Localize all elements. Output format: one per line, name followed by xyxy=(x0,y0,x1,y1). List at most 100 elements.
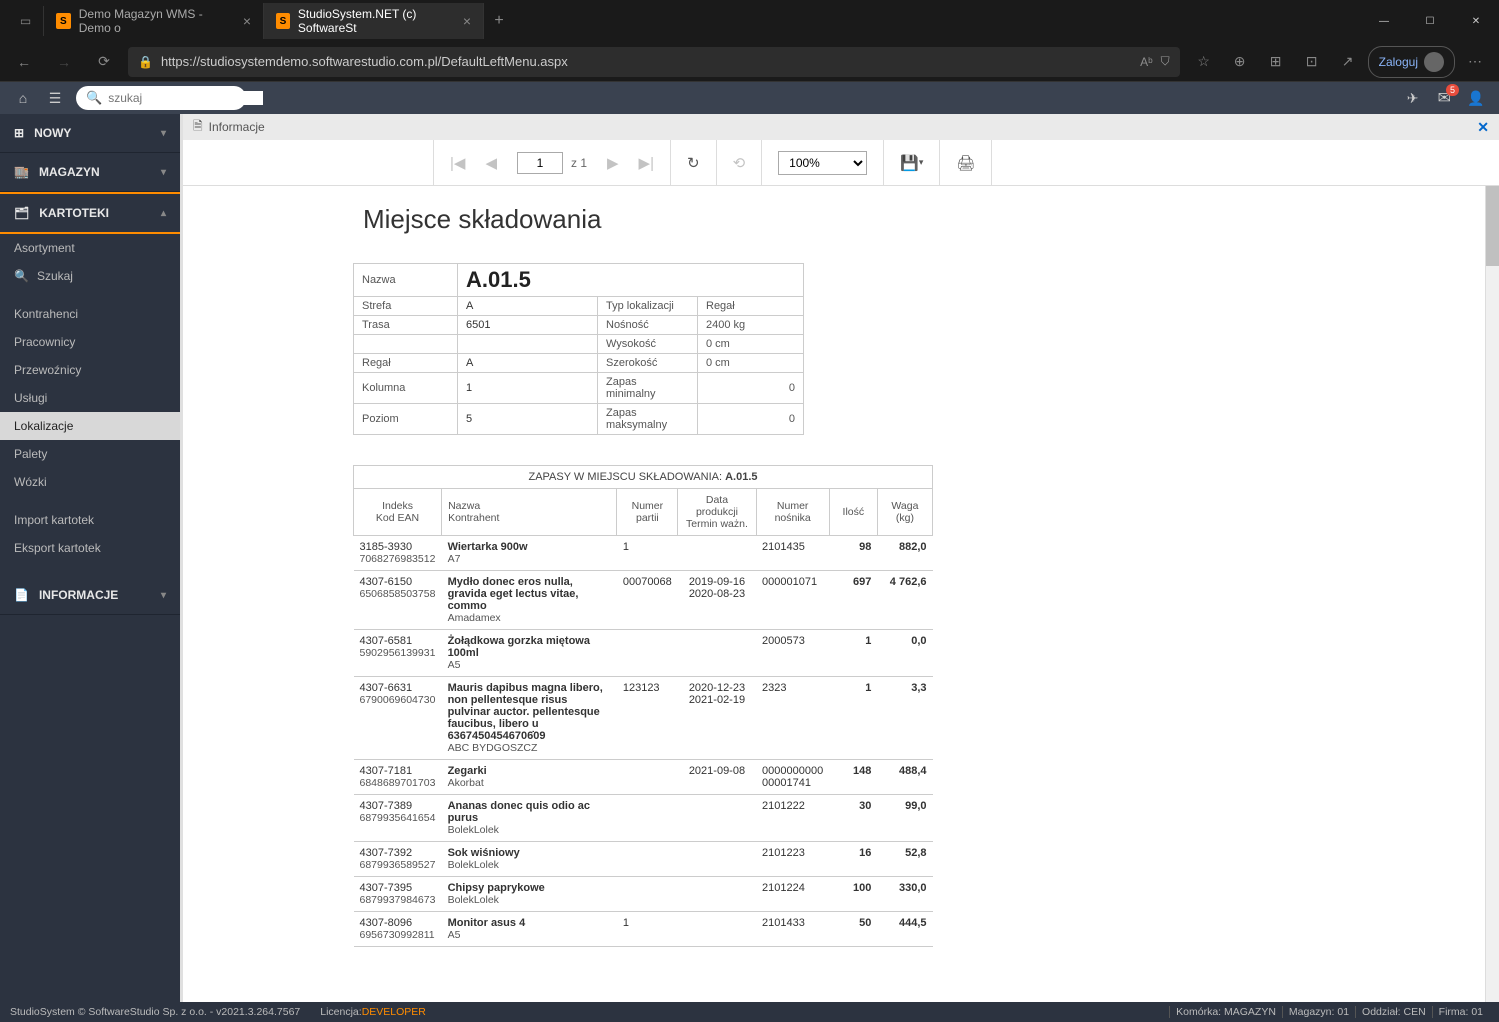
location-info-table: Nazwa A.01.5 Strefa A Typ lokalizacji Re… xyxy=(353,263,804,435)
sidebar-item-przewoznicy[interactable]: Przewoźnicy xyxy=(0,356,180,384)
content-area: 🗎 Informacje ✕ |◀ ◀ z 1 ▶ ▶| ↻ xyxy=(180,114,1499,1002)
browser-tab-strip: ▭ S Demo Magazyn WMS - Demo o × S Studio… xyxy=(0,0,1499,42)
tab-favicon-icon: S xyxy=(56,13,71,29)
location-name: A.01.5 xyxy=(458,264,804,297)
save-icon[interactable]: 💾 ▾ xyxy=(900,154,923,172)
folder-icon: 🗂 xyxy=(14,206,29,220)
first-page-icon[interactable]: |◀ xyxy=(450,154,465,172)
sidebar-item-import[interactable]: Import kartotek xyxy=(0,506,180,534)
back-button[interactable]: ← xyxy=(8,46,40,78)
sidebar-item-pracownicy[interactable]: Pracownicy xyxy=(0,328,180,356)
app-topbar: ⌂ ☰ 🔍 ✈ ✉5 👤 xyxy=(0,82,1499,114)
new-tab-button[interactable]: + xyxy=(484,12,514,30)
browser-nav-bar: ← → ⟳ 🔒 Aᵇ ⛉ ☆ ⊕ ⊞ ⊡ ↗ Zaloguj ⋯ xyxy=(0,42,1499,82)
extensions-icon[interactable]: ⊡ xyxy=(1296,46,1328,78)
table-row: 4307-73926879936589527Sok wiśniowyBolekL… xyxy=(354,842,933,877)
chevron-down-icon: ▾ xyxy=(161,167,166,178)
search-icon: 🔍 xyxy=(14,269,29,283)
close-icon[interactable]: × xyxy=(243,13,251,29)
url-input[interactable] xyxy=(161,54,1132,69)
table-row: 4307-66316790069604730Mauris dapibus mag… xyxy=(354,677,933,760)
panel-title: Informacje xyxy=(209,120,265,134)
tab-favicon-icon: S xyxy=(276,13,290,29)
scrollbar-thumb[interactable] xyxy=(1486,186,1499,266)
user-icon[interactable]: 👤 xyxy=(1465,90,1487,107)
stock-table: IndeksKod EAN NazwaKontrahent Numerparti… xyxy=(353,488,933,947)
sidebar-item-szukaj[interactable]: 🔍Szukaj xyxy=(0,262,180,290)
chevron-down-icon: ▾ xyxy=(161,590,166,601)
report-toolbar: |◀ ◀ z 1 ▶ ▶| ↻ ⟲ 100% xyxy=(183,140,1499,186)
search-input[interactable] xyxy=(108,91,263,105)
vertical-scrollbar[interactable] xyxy=(1485,186,1499,1002)
collections-icon[interactable]: ⊞ xyxy=(1260,46,1292,78)
sidebar-section-magazyn[interactable]: 🏬 MAGAZYN ▾ xyxy=(0,153,180,192)
prev-page-icon[interactable]: ◀ xyxy=(485,154,497,172)
info-icon: 🗎 xyxy=(193,117,203,138)
sidebar-section-kartoteki[interactable]: 🗂 KARTOTEKI ▴ xyxy=(0,192,180,234)
sidebar-item-eksport[interactable]: Eksport kartotek xyxy=(0,534,180,562)
table-row: 4307-73896879935641654Ananas donec quis … xyxy=(354,795,933,842)
favorites-bar-icon[interactable]: ⊕ xyxy=(1224,46,1256,78)
forward-button[interactable]: → xyxy=(48,46,80,78)
sidebar: ⊞ NOWY ▾ 🏬 MAGAZYN ▾ 🗂 KARTOTEKI ▴ Asort… xyxy=(0,114,180,1002)
sidebar-item-uslugi[interactable]: Usługi xyxy=(0,384,180,412)
tracking-icon[interactable]: ⛉ xyxy=(1161,54,1170,69)
next-page-icon[interactable]: ▶ xyxy=(607,154,619,172)
url-bar[interactable]: 🔒 Aᵇ ⛉ xyxy=(128,47,1180,77)
sidebar-item-kontrahenci[interactable]: Kontrahenci xyxy=(0,300,180,328)
document-icon: 📄 xyxy=(14,588,29,602)
warehouse-icon: 🏬 xyxy=(14,165,29,179)
minimize-button[interactable]: — xyxy=(1361,5,1407,37)
sidebar-item-palety[interactable]: Palety xyxy=(0,440,180,468)
maximize-button[interactable]: ☐ xyxy=(1407,5,1453,37)
sidebar-item-lokalizacje[interactable]: Lokalizacje xyxy=(0,412,180,440)
site-lock-icon[interactable]: 🔒 xyxy=(138,55,153,69)
page-input[interactable] xyxy=(517,152,563,174)
report-body: Miejsce składowania Nazwa A.01.5 Strefa … xyxy=(183,186,1499,1002)
sidebar-section-informacje[interactable]: 📄 INFORMACJE ▾ xyxy=(0,576,180,615)
print-icon[interactable]: 🖨 xyxy=(956,154,975,172)
plus-icon: ⊞ xyxy=(14,126,24,140)
mail-icon[interactable]: ✉5 xyxy=(1438,88,1451,108)
app-icon[interactable]: ↗ xyxy=(1332,46,1364,78)
table-row: 4307-73956879937984673Chipsy paprykoweBo… xyxy=(354,877,933,912)
chevron-down-icon: ▾ xyxy=(161,128,166,139)
avatar-icon xyxy=(1424,52,1444,72)
browser-tab-1[interactable]: S Demo Magazyn WMS - Demo o × xyxy=(44,3,264,39)
table-row: 4307-61506506858503758Mydło donec eros n… xyxy=(354,571,933,630)
home-icon[interactable]: ⌂ xyxy=(12,90,34,106)
sidebar-item-asortyment[interactable]: Asortyment xyxy=(0,234,180,262)
last-page-icon[interactable]: ▶| xyxy=(639,154,654,172)
mail-badge: 5 xyxy=(1446,84,1459,96)
table-row: 3185-39307068276983512Wiertarka 900wA712… xyxy=(354,536,933,571)
panel-close-button[interactable]: ✕ xyxy=(1477,119,1489,136)
table-row: 4307-65815902956139931Żołądkowa gorzka m… xyxy=(354,630,933,677)
search-icon: 🔍 xyxy=(86,90,102,106)
more-icon[interactable]: ⋯ xyxy=(1459,46,1491,78)
refresh-icon[interactable]: ↻ xyxy=(687,154,700,172)
table-row: 4307-71816848689701703ZegarkiAkorbat2021… xyxy=(354,760,933,795)
reader-icon[interactable]: Aᵇ xyxy=(1140,55,1153,69)
refresh-button[interactable]: ⟳ xyxy=(88,46,120,78)
page-total: z 1 xyxy=(571,156,587,170)
close-icon[interactable]: × xyxy=(463,13,471,29)
browser-tab-2-active[interactable]: S StudioSystem.NET (c) SoftwareSt × xyxy=(264,3,484,39)
login-button[interactable]: Zaloguj xyxy=(1368,46,1455,78)
status-bar: StudioSystem © SoftwareStudio Sp. z o.o.… xyxy=(0,1002,1499,1022)
sidebar-section-nowy[interactable]: ⊞ NOWY ▾ xyxy=(0,114,180,153)
plane-icon[interactable]: ✈ xyxy=(1402,90,1424,107)
favorite-icon[interactable]: ☆ xyxy=(1188,46,1220,78)
chevron-up-icon: ▴ xyxy=(161,208,166,219)
report-title: Miejsce składowania xyxy=(363,204,1499,235)
table-row: 4307-80966956730992811Monitor asus 4A512… xyxy=(354,912,933,947)
sidebar-item-wozki[interactable]: Wózki xyxy=(0,468,180,496)
tab-title: Demo Magazyn WMS - Demo o xyxy=(79,7,235,35)
search-box[interactable]: 🔍 xyxy=(76,86,246,110)
menu-toggle-icon[interactable]: ☰ xyxy=(44,90,66,107)
panel-header: 🗎 Informacje ✕ xyxy=(183,114,1499,140)
tab-actions-icon[interactable]: ▭ xyxy=(8,6,44,36)
tab-title: StudioSystem.NET (c) SoftwareSt xyxy=(298,7,455,35)
zoom-select[interactable]: 100% xyxy=(778,151,867,175)
close-button[interactable]: ✕ xyxy=(1453,5,1499,37)
back-icon[interactable]: ⟲ xyxy=(733,154,746,172)
